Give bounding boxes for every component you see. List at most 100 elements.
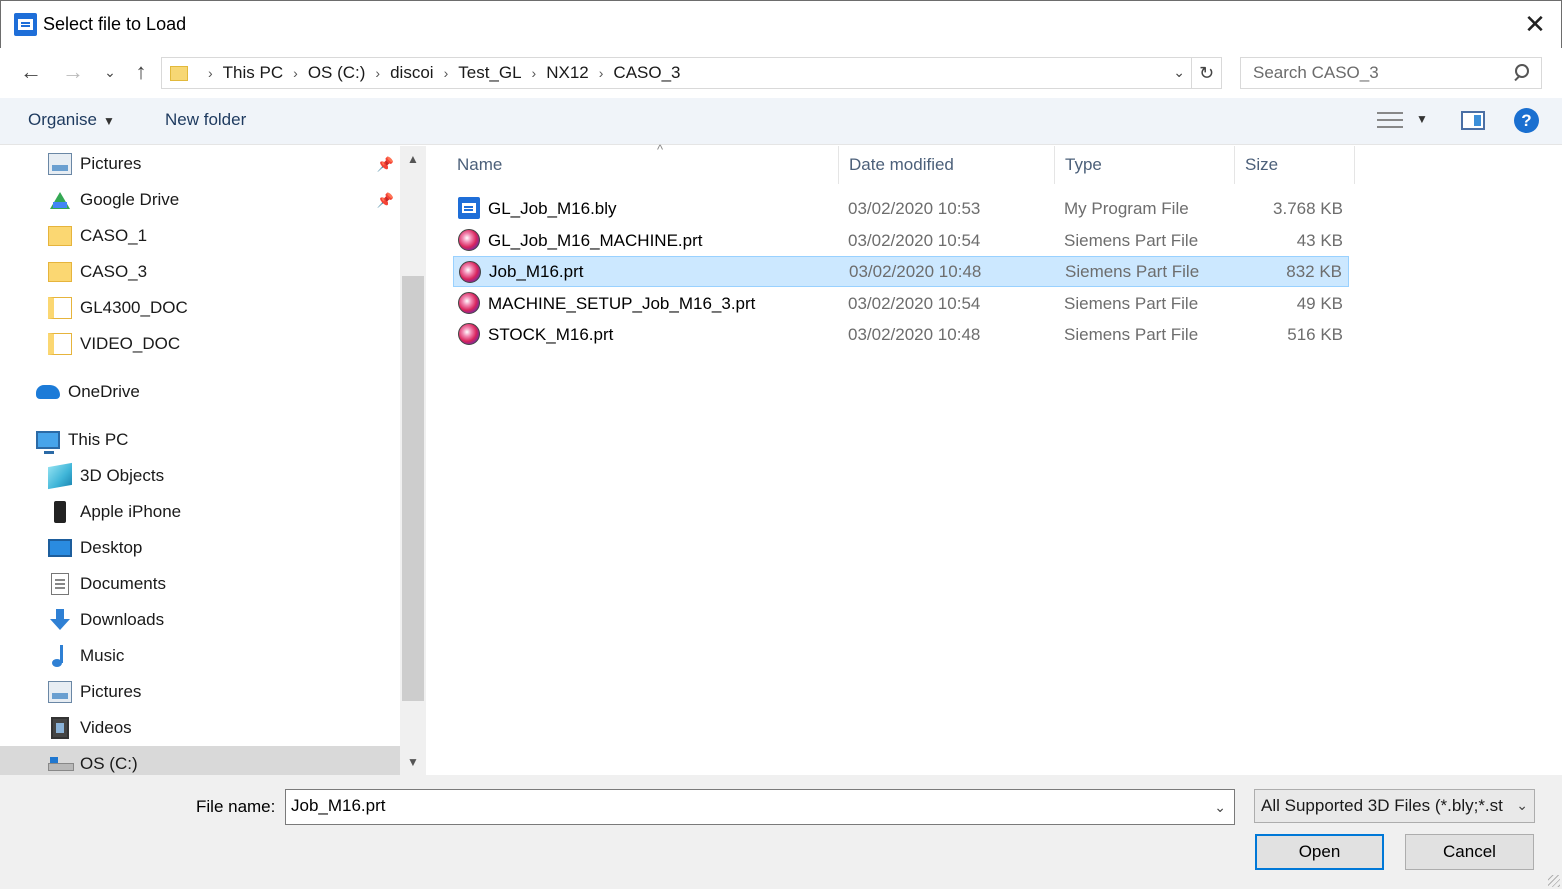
nav-item-desktop[interactable]: Desktop bbox=[0, 530, 400, 566]
breadcrumb: › This PC › OS (C:) › discoi › Test_GL ›… bbox=[198, 63, 681, 83]
file-name: STOCK_M16.prt bbox=[488, 324, 614, 344]
up-button[interactable]: ↑ bbox=[126, 58, 156, 86]
chevron-down-icon[interactable]: ⌄ bbox=[1214, 799, 1226, 816]
refresh-button[interactable]: ↻ bbox=[1192, 57, 1222, 89]
file-row[interactable]: GL_Job_M16_MACHINE.prt 03/02/2020 10:54 … bbox=[453, 225, 1349, 256]
file-row[interactable]: MACHINE_SETUP_Job_M16_3.prt 03/02/2020 1… bbox=[453, 288, 1349, 319]
nav-item-google-drive[interactable]: Google Drive 📌 bbox=[0, 182, 400, 218]
nav-item-os-c[interactable]: OS (C:) bbox=[0, 746, 400, 775]
nav-item-videos[interactable]: Videos bbox=[0, 710, 400, 746]
cancel-button[interactable]: Cancel bbox=[1405, 834, 1534, 870]
nav-item-label: OS (C:) bbox=[80, 754, 138, 773]
nav-item-label: CASO_1 bbox=[80, 226, 148, 245]
nav-item-label: This PC bbox=[68, 430, 129, 449]
file-size: 516 KB bbox=[1287, 324, 1343, 344]
file-date: 03/02/2020 10:48 bbox=[848, 324, 981, 344]
nav-item-pictures[interactable]: Pictures bbox=[0, 674, 400, 710]
document-folder-icon bbox=[48, 297, 72, 319]
nav-item-pictures-quick[interactable]: Pictures 📌 bbox=[0, 146, 400, 182]
breadcrumb-separator-icon[interactable]: › bbox=[375, 65, 380, 81]
breadcrumb-discoi[interactable]: discoi bbox=[390, 63, 433, 83]
open-button[interactable]: Open bbox=[1255, 834, 1384, 870]
nav-item-apple-iphone[interactable]: Apple iPhone bbox=[0, 494, 400, 530]
scroll-thumb[interactable] bbox=[402, 276, 424, 701]
nav-item-3d-objects[interactable]: 3D Objects bbox=[0, 458, 400, 494]
column-header-type[interactable]: Type bbox=[1055, 146, 1235, 184]
breadcrumb-this-pc[interactable]: This PC bbox=[223, 63, 283, 83]
nav-item-caso-3[interactable]: CASO_3 bbox=[0, 254, 400, 290]
desktop-icon bbox=[48, 539, 72, 557]
title-bar: Select file to Load ✕ bbox=[0, 0, 1562, 48]
file-size: 3.768 KB bbox=[1273, 198, 1343, 218]
preview-pane-icon[interactable] bbox=[1461, 111, 1485, 130]
breadcrumb-separator-icon[interactable]: › bbox=[532, 65, 537, 81]
scroll-down-icon[interactable]: ▼ bbox=[400, 749, 426, 775]
nav-item-video-doc[interactable]: VIDEO_DOC bbox=[0, 326, 400, 362]
file-list-pane: Name ^ Date modified Type Size GL_Job_M1… bbox=[426, 142, 1562, 775]
organise-button[interactable]: Organise ▼ bbox=[28, 110, 115, 130]
search-input[interactable] bbox=[1253, 63, 1513, 83]
file-name: Job_M16.prt bbox=[489, 261, 584, 281]
nav-scrollbar[interactable]: ▲ ▼ bbox=[400, 146, 426, 775]
search-icon[interactable] bbox=[1513, 64, 1529, 80]
recent-locations-button[interactable]: ⌄ bbox=[100, 58, 120, 86]
scroll-up-icon[interactable]: ▲ bbox=[400, 146, 426, 172]
breadcrumb-caso-3[interactable]: CASO_3 bbox=[613, 63, 680, 83]
pin-icon[interactable]: 📌 bbox=[377, 156, 394, 173]
nav-item-label: Downloads bbox=[80, 610, 165, 629]
onedrive-icon bbox=[36, 385, 60, 399]
nav-item-onedrive[interactable]: OneDrive bbox=[0, 374, 400, 410]
pin-icon[interactable]: 📌 bbox=[377, 192, 394, 209]
view-details-icon[interactable] bbox=[1377, 112, 1403, 130]
file-row[interactable]: STOCK_M16.prt 03/02/2020 10:48 Siemens P… bbox=[453, 319, 1349, 350]
address-bar[interactable]: › This PC › OS (C:) › discoi › Test_GL ›… bbox=[161, 57, 1192, 89]
nav-item-documents[interactable]: Documents bbox=[0, 566, 400, 602]
column-header-name[interactable]: Name ^ bbox=[447, 142, 839, 184]
folder-icon bbox=[170, 65, 188, 81]
nav-item-label: GL4300_DOC bbox=[80, 298, 188, 317]
column-header-date-modified[interactable]: Date modified bbox=[839, 146, 1055, 184]
forward-button[interactable]: → bbox=[58, 58, 88, 86]
nav-item-downloads[interactable]: Downloads bbox=[0, 602, 400, 638]
arrow-left-icon: ← bbox=[20, 59, 42, 84]
file-type-select[interactable]: All Supported 3D Files (*.bly;*.st ⌄ bbox=[1254, 789, 1535, 823]
column-header-size[interactable]: Size bbox=[1235, 146, 1355, 184]
breadcrumb-nx12[interactable]: NX12 bbox=[546, 63, 589, 83]
nav-item-music[interactable]: Music bbox=[0, 638, 400, 674]
file-name-input[interactable] bbox=[291, 790, 1191, 822]
file-date: 03/02/2020 10:54 bbox=[848, 293, 981, 313]
folder-icon bbox=[48, 262, 72, 282]
pictures-icon bbox=[48, 681, 72, 703]
file-row[interactable]: GL_Job_M16.bly 03/02/2020 10:53 My Progr… bbox=[453, 193, 1349, 224]
search-box[interactable] bbox=[1240, 57, 1542, 89]
address-dropdown-icon[interactable]: ⌄ bbox=[1173, 64, 1185, 81]
file-size: 43 KB bbox=[1296, 230, 1343, 250]
address-row: ← → ⌄ ↑ › This PC › OS (C:) › discoi › T… bbox=[0, 48, 1562, 98]
file-name-label: File name: bbox=[196, 797, 276, 816]
breadcrumb-separator-icon[interactable]: › bbox=[444, 65, 449, 81]
breadcrumb-separator-icon[interactable]: › bbox=[599, 65, 604, 81]
close-button[interactable]: ✕ bbox=[1509, 1, 1561, 47]
breadcrumb-os-c[interactable]: OS (C:) bbox=[308, 63, 366, 83]
drive-icon bbox=[48, 757, 74, 771]
nav-item-this-pc[interactable]: This PC bbox=[0, 422, 400, 458]
nav-item-caso-1[interactable]: CASO_1 bbox=[0, 218, 400, 254]
file-row-selected[interactable]: Job_M16.prt 03/02/2020 10:48 Siemens Par… bbox=[453, 256, 1349, 287]
file-type: My Program File bbox=[1064, 198, 1189, 218]
resize-grip-icon[interactable] bbox=[1548, 875, 1560, 887]
help-icon[interactable]: ? bbox=[1514, 108, 1539, 133]
nav-item-label: Pictures bbox=[80, 154, 142, 173]
iphone-icon bbox=[54, 501, 66, 523]
nav-item-label: Desktop bbox=[80, 538, 143, 557]
nav-item-gl4300-doc[interactable]: GL4300_DOC bbox=[0, 290, 400, 326]
breadcrumb-test-gl[interactable]: Test_GL bbox=[458, 63, 521, 83]
back-button[interactable]: ← bbox=[16, 58, 46, 86]
new-folder-button[interactable]: New folder bbox=[165, 110, 246, 130]
file-size: 832 KB bbox=[1286, 261, 1342, 281]
view-options-caret-icon[interactable]: ▼ bbox=[1416, 112, 1428, 126]
siemens-part-icon bbox=[458, 323, 480, 345]
breadcrumb-separator-icon[interactable]: › bbox=[293, 65, 298, 81]
google-drive-icon bbox=[48, 189, 72, 211]
siemens-part-icon bbox=[458, 229, 480, 251]
file-name-combobox[interactable]: ⌄ bbox=[285, 789, 1235, 825]
